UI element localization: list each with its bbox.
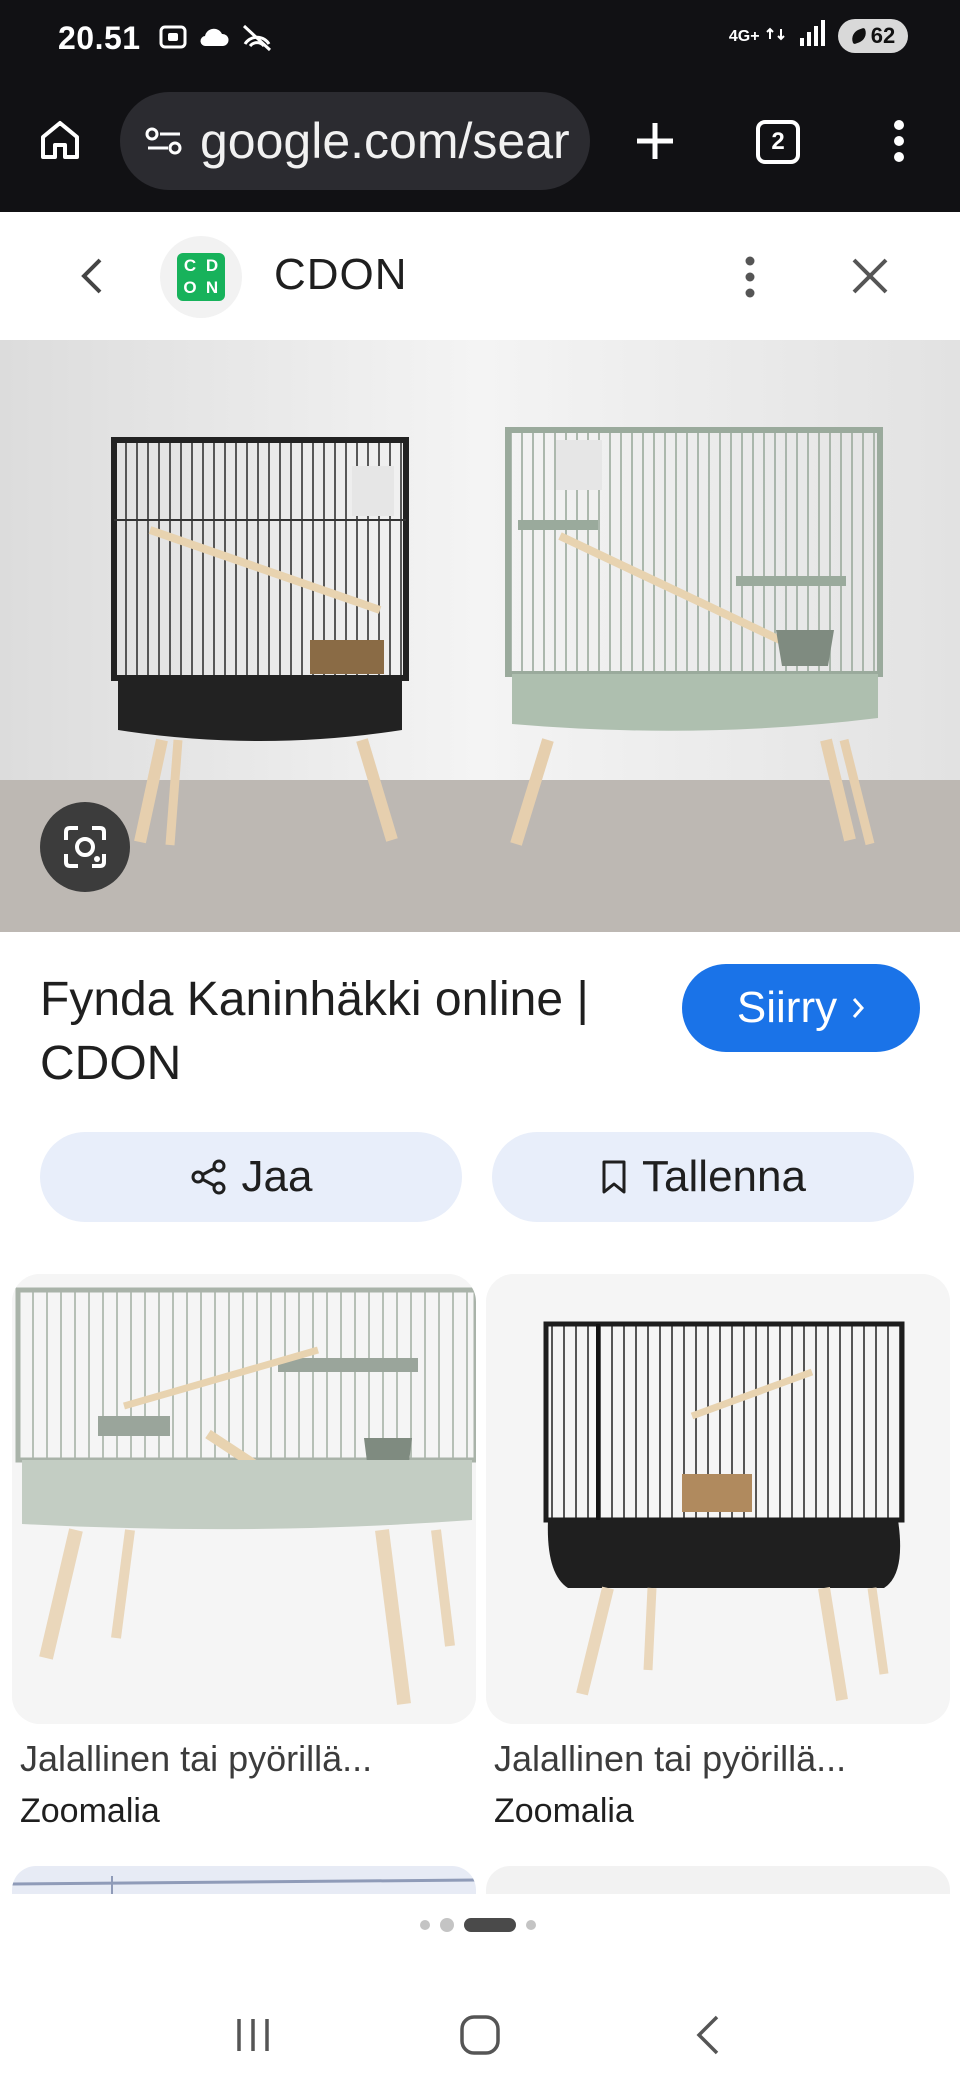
related-result-title[interactable]: Jalallinen tai pyörillä...	[12, 1738, 472, 1780]
sheet-header: C D O N CDON	[0, 214, 960, 340]
home-nav-button[interactable]	[440, 2000, 520, 2070]
page-dot	[526, 1920, 536, 1930]
share-icon	[191, 1159, 226, 1195]
recents-icon	[237, 2019, 270, 2051]
logo-letter: O	[183, 278, 197, 297]
sheet-close-button[interactable]	[838, 244, 902, 308]
back-icon	[696, 2015, 718, 2055]
page-dot	[420, 1920, 430, 1930]
related-result-card[interactable]: Jalallinen tai pyörillä... Zoomalia	[12, 1274, 476, 1831]
logo-letter: D	[205, 256, 219, 275]
cdon-logo: C D O N	[177, 253, 225, 301]
google-lens-button[interactable]	[40, 802, 130, 892]
system-navigation-bar	[0, 1990, 960, 2080]
result-title[interactable]: Fynda Kaninhäkki online | CDON	[40, 968, 680, 1096]
page-indicator	[420, 1918, 536, 1932]
page-dot	[440, 1918, 454, 1932]
share-button[interactable]: Jaa	[40, 1132, 462, 1222]
site-settings-icon[interactable]	[142, 119, 186, 163]
related-result-peek[interactable]	[486, 1866, 950, 1894]
sheet-more-button[interactable]	[722, 244, 778, 310]
status-bar: 20.51 4G+ 62	[0, 0, 960, 80]
back-nav-button[interactable]	[667, 2000, 747, 2070]
visit-label: Siirry	[736, 983, 838, 1032]
cloud-icon	[198, 24, 230, 55]
page-dot-active	[464, 1918, 516, 1932]
logo-letter: C	[183, 256, 197, 275]
new-tab-button[interactable]	[622, 108, 688, 174]
plus-icon	[637, 123, 673, 159]
more-vertical-icon	[894, 120, 904, 162]
related-result-title[interactable]: Jalallinen tai pyörillä...	[486, 1738, 946, 1780]
network-type: 4G+	[729, 27, 788, 45]
status-icons-left	[158, 22, 274, 57]
site-logo: C D O N	[160, 236, 242, 318]
visit-site-button[interactable]: Siirry	[682, 964, 920, 1052]
url-text[interactable]: google.com/sear	[200, 112, 570, 170]
screenshot-icon	[158, 22, 188, 57]
battery-saver-icon	[849, 27, 869, 44]
result-image[interactable]	[0, 340, 960, 932]
related-result-image[interactable]	[486, 1274, 950, 1724]
network-arrows-icon	[766, 27, 785, 40]
related-result-image[interactable]	[12, 1274, 476, 1724]
bookmark-icon	[602, 1160, 626, 1194]
hotspot-icon	[240, 22, 274, 57]
status-time: 20.51	[58, 20, 141, 56]
related-result-peek[interactable]	[12, 1866, 476, 1894]
related-result-source: Zoomalia	[20, 1792, 160, 1830]
save-button[interactable]: Tallenna	[492, 1132, 914, 1222]
battery-level: 62	[870, 22, 896, 48]
signal-icon	[798, 18, 828, 53]
tab-count: 2	[756, 120, 800, 164]
home-icon	[41, 121, 79, 159]
more-vertical-icon	[745, 256, 755, 298]
chevron-right-icon	[852, 998, 865, 1018]
back-button[interactable]	[64, 248, 120, 304]
home-circle-icon	[460, 2015, 500, 2055]
lens-icon	[64, 826, 106, 868]
related-result-card[interactable]: Jalallinen tai pyörillä... Zoomalia	[486, 1274, 950, 1831]
address-bar[interactable]: google.com/sear	[120, 92, 590, 190]
related-result-source: Zoomalia	[494, 1792, 634, 1830]
tab-switcher-button[interactable]: 2	[746, 110, 810, 174]
network-label: 4G+	[728, 27, 760, 45]
logo-letter: N	[205, 278, 219, 297]
browser-toolbar: google.com/sear 2	[0, 80, 960, 212]
share-label: Jaa	[241, 1152, 313, 1201]
browser-menu-button[interactable]	[874, 108, 924, 174]
battery-indicator: 62	[838, 18, 908, 53]
save-label: Tallenna	[642, 1152, 806, 1201]
chevron-left-icon	[81, 258, 102, 294]
close-icon	[852, 258, 888, 294]
home-button[interactable]	[30, 110, 90, 170]
site-name: CDON	[274, 250, 408, 299]
recent-apps-button[interactable]	[213, 2000, 293, 2070]
status-icons-right: 4G+ 62	[729, 18, 908, 53]
